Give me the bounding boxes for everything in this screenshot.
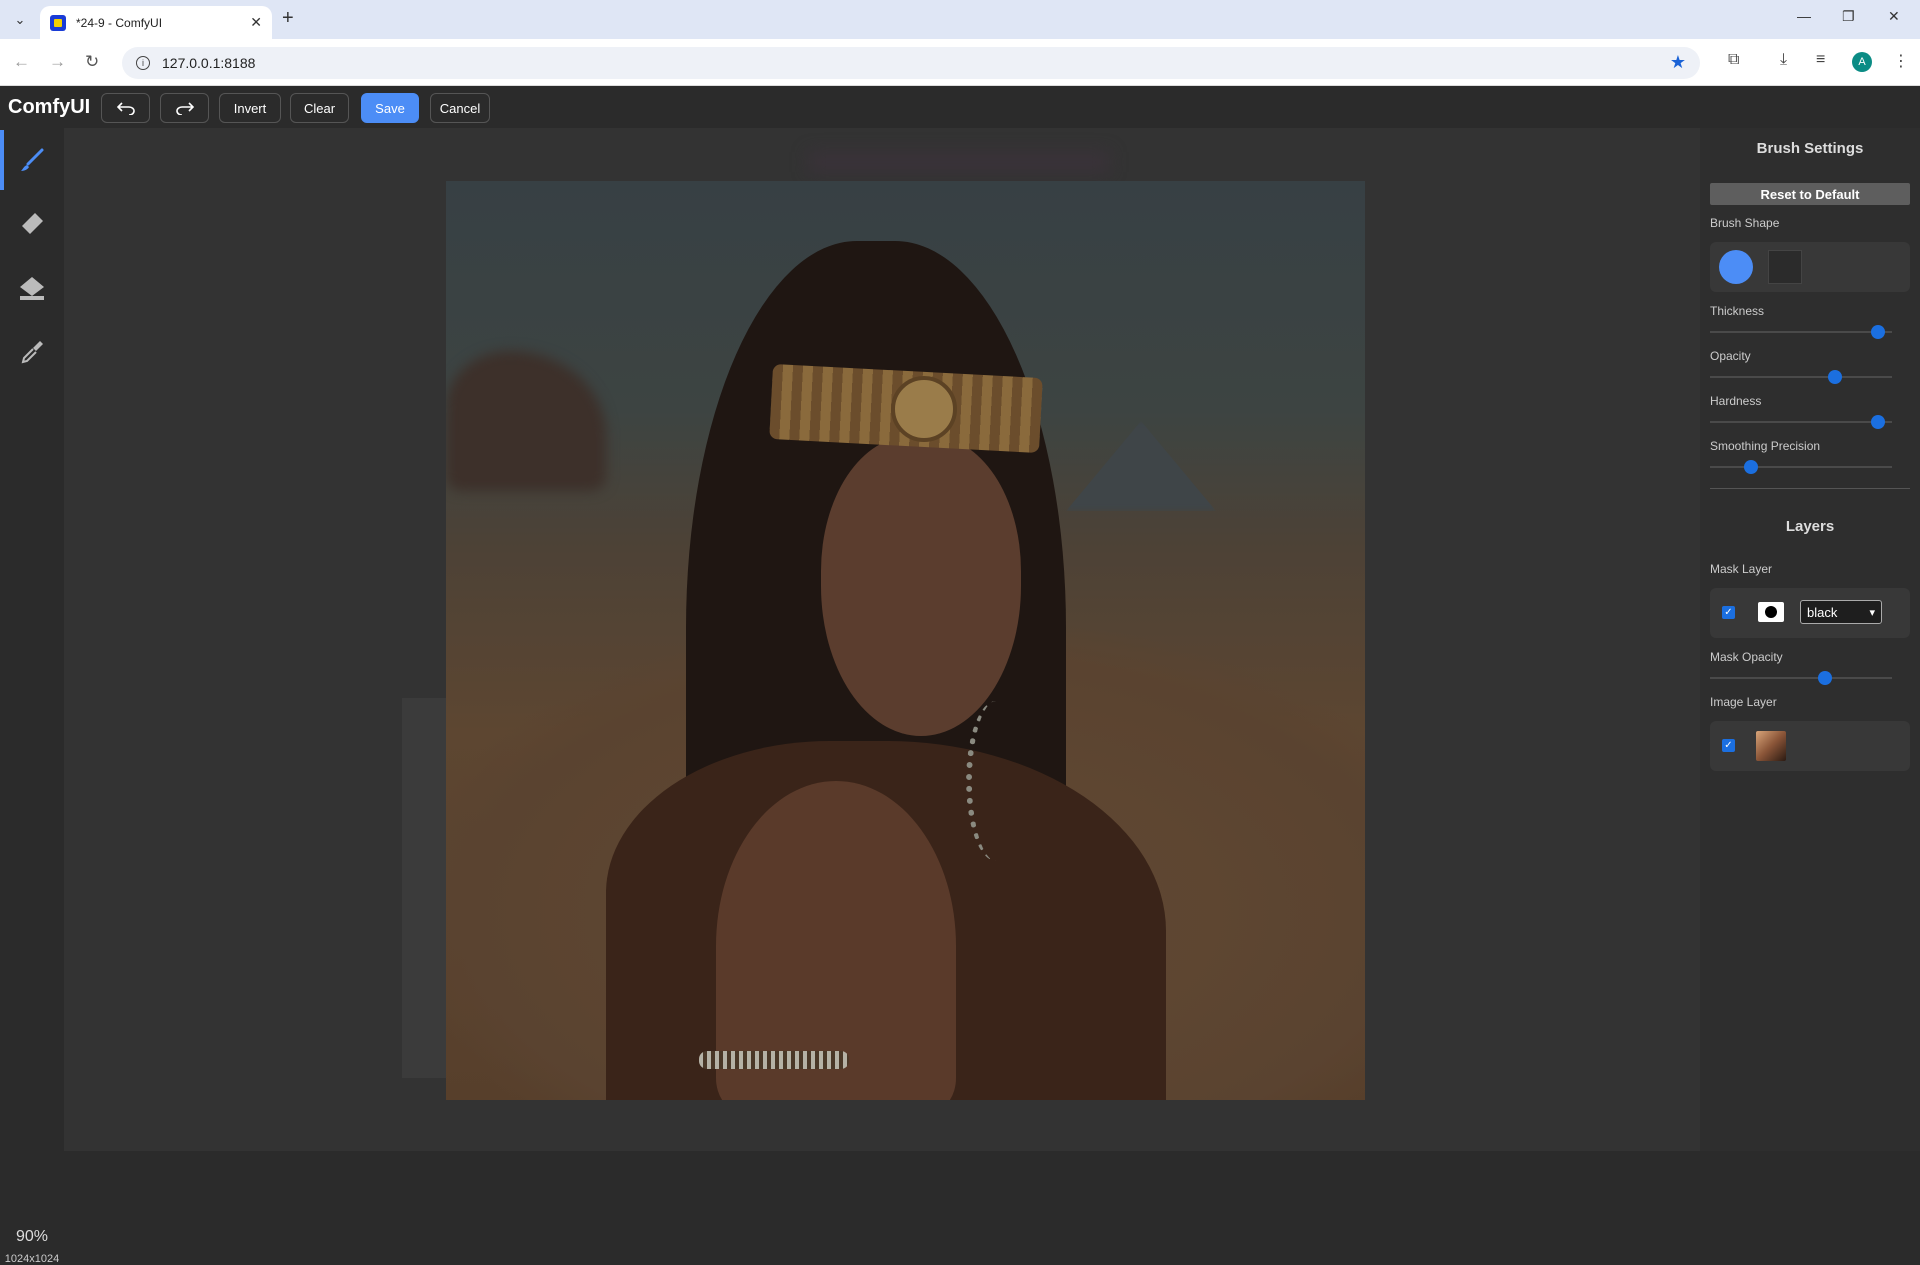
layers-title: Layers <box>1785 518 1835 535</box>
media-control-icon[interactable]: ≡ <box>1816 51 1825 69</box>
address-bar[interactable]: i 127.0.0.1:8188 ★ <box>122 47 1700 79</box>
tab-title: *24-9 - ComfyUI <box>76 15 163 30</box>
brush-icon <box>21 148 44 171</box>
bookmark-star-icon[interactable]: ★ <box>1670 52 1686 73</box>
canvas-face <box>821 436 1021 736</box>
canvas-background-blur <box>809 152 1109 172</box>
browser-tab-bar: ⌄ *24-9 - ComfyUI ✕ + — ❐ ✕ <box>0 0 1920 39</box>
mask-layer-visibility-checkbox[interactable]: ✓ <box>1722 606 1735 619</box>
eraser-icon <box>22 213 43 234</box>
thickness-slider[interactable] <box>1710 325 1892 339</box>
smoothing-precision-slider-knob[interactable] <box>1743 460 1758 474</box>
cancel-button[interactable]: Cancel <box>430 93 490 123</box>
smoothing-precision-slider[interactable] <box>1710 460 1892 474</box>
window-close-icon[interactable]: ✕ <box>1888 8 1900 25</box>
redo-button[interactable] <box>160 93 209 123</box>
canvas-bracelet <box>699 1051 849 1069</box>
undo-button[interactable] <box>101 93 150 123</box>
save-button[interactable]: Save <box>361 93 419 123</box>
site-info-icon[interactable]: i <box>136 56 150 70</box>
reload-icon[interactable]: ↻ <box>85 52 99 72</box>
opacity-slider-knob[interactable] <box>1827 370 1842 384</box>
redo-icon <box>175 102 194 115</box>
minimize-icon[interactable]: — <box>1797 8 1811 24</box>
paint-bucket-icon <box>20 277 44 300</box>
mask-layer-label: Mask Layer <box>1710 562 1773 576</box>
brush-shape-circle[interactable] <box>1719 250 1753 284</box>
back-arrow-icon[interactable]: ← <box>13 52 30 72</box>
mask-color-select[interactable]: black ▾ <box>1800 600 1882 624</box>
hardness-slider[interactable] <box>1710 415 1892 429</box>
invert-button[interactable]: Invert <box>219 93 281 123</box>
tool-eraser[interactable] <box>0 192 64 256</box>
brush-shape-square[interactable] <box>1768 250 1802 284</box>
image-layer-visibility-checkbox[interactable]: ✓ <box>1722 739 1735 752</box>
close-icon[interactable]: ✕ <box>250 14 262 31</box>
hardness-slider-knob[interactable] <box>1871 415 1886 429</box>
canvas-necklace <box>966 701 1026 861</box>
canvas-mountain <box>1066 421 1216 511</box>
forward-arrow-icon[interactable]: → <box>49 52 66 72</box>
chevron-down-icon[interactable]: ⌄ <box>8 8 32 32</box>
image-layer-label: Image Layer <box>1710 695 1777 709</box>
mask-canvas-area[interactable] <box>64 128 1700 1151</box>
eyedropper-icon <box>21 341 43 364</box>
profile-avatar[interactable]: A <box>1852 52 1872 72</box>
image-dimensions: 1024x1024 <box>4 1253 60 1265</box>
brush-shape-selector <box>1710 242 1910 292</box>
mask-opacity-label: Mask Opacity <box>1710 650 1783 664</box>
browser-toolbar: ← → ↻ i 127.0.0.1:8188 ★ ⧉ ⤓ ≡ ⋮ <box>0 39 1920 86</box>
app-brand: ComfyUI <box>8 96 91 118</box>
mask-opacity-slider[interactable] <box>1710 671 1892 685</box>
tool-brush[interactable] <box>0 128 64 192</box>
brush-settings-title: Brush Settings <box>1756 140 1864 157</box>
canvas-medallion <box>891 376 957 442</box>
download-icon[interactable]: ⤓ <box>1780 51 1787 69</box>
url-text: 127.0.0.1:8188 <box>162 55 256 71</box>
hardness-label: Hardness <box>1710 394 1762 408</box>
tool-paint-bucket[interactable] <box>0 256 64 320</box>
opacity-slider[interactable] <box>1710 370 1892 384</box>
panel-divider <box>1710 488 1910 489</box>
zoom-level: 90% <box>15 1228 49 1245</box>
extensions-icon[interactable]: ⧉ <box>1728 51 1739 69</box>
restore-icon[interactable]: ❐ <box>1842 8 1855 25</box>
opacity-label: Opacity <box>1710 349 1751 363</box>
thickness-label: Thickness <box>1710 304 1765 318</box>
mask-layer-row: ✓ black ▾ <box>1710 588 1910 638</box>
brush-shape-label: Brush Shape <box>1710 216 1780 230</box>
image-canvas[interactable] <box>446 181 1365 1100</box>
tool-color-picker[interactable] <box>0 320 64 384</box>
image-layer-row: ✓ <box>1710 721 1910 771</box>
reset-to-default-button[interactable]: Reset to Default <box>1710 183 1910 205</box>
clear-button[interactable]: Clear <box>290 93 349 123</box>
smoothing-precision-label: Smoothing Precision <box>1710 439 1821 453</box>
mask-color-value: black <box>1807 604 1838 620</box>
image-layer-thumbnail <box>1756 731 1786 761</box>
thickness-slider-knob[interactable] <box>1871 325 1886 339</box>
tool-sidebar: 90% 1024x1024 <box>0 128 64 1265</box>
undo-icon <box>116 102 135 115</box>
canvas-rock <box>446 351 606 491</box>
mask-opacity-slider-knob[interactable] <box>1817 671 1832 685</box>
mask-layer-icon <box>1758 602 1784 622</box>
browser-tab[interactable]: *24-9 - ComfyUI ✕ <box>40 6 272 39</box>
chevron-down-icon: ▾ <box>1869 606 1875 619</box>
comfyui-favicon-icon <box>50 14 66 31</box>
new-tab-button[interactable]: + <box>282 7 294 30</box>
menu-dots-icon[interactable]: ⋮ <box>1893 51 1909 71</box>
settings-panel: Brush Settings Reset to Default Brush Sh… <box>1700 128 1920 1151</box>
mask-editor-toolbar: ComfyUI Invert Clear Save Cancel <box>0 87 1920 128</box>
